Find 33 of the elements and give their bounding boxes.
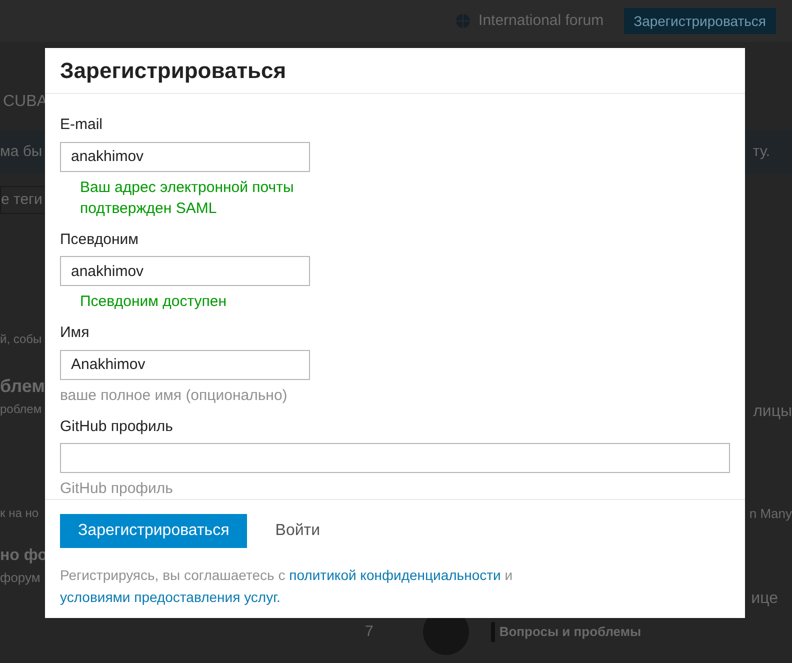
reply-count: 7: [365, 622, 374, 642]
field-label: E-mail: [60, 115, 104, 135]
notice-text: ма бы: [0, 142, 42, 162]
page-text: форум: [0, 570, 40, 584]
input-field[interactable]: anakhimov: [60, 256, 310, 286]
page-text: роблем: [0, 401, 42, 418]
input-field[interactable]: [60, 443, 730, 473]
page-text: CUBA: [3, 93, 48, 110]
heading-text: блем: [0, 376, 45, 396]
category-tag[interactable]: Вопросы и проблемы: [491, 622, 642, 642]
login-button[interactable]: Войти: [257, 514, 338, 548]
page-text: й, собы: [0, 332, 42, 346]
terms-text: Регистрируясь, вы соглашаетесь с политикой конфиденциальности и условиями предоставления услуг.: [60, 566, 514, 607]
page-text: к на но: [0, 505, 39, 522]
modal-title: Зарегистрироваться: [60, 57, 286, 85]
notice-text: ту.: [752, 142, 770, 162]
field-label: GitHub профиль: [60, 416, 174, 436]
field-note: Ваш адрес электронной почты подтвержден SAML: [79, 178, 295, 218]
privacy-link[interactable]: политикой конфиденциальности: [289, 567, 501, 583]
input-field[interactable]: Anakhimov: [60, 350, 310, 380]
page-text: n Many: [749, 505, 792, 523]
field-note: Псевдоним доступен: [79, 292, 228, 312]
forum-link[interactable]: International forum: [478, 10, 604, 32]
terms-link[interactable]: условиями предоставления услуг.: [60, 589, 280, 605]
field-note: GitHub профиль: [60, 479, 174, 499]
page-text: лицы: [753, 402, 792, 422]
field-label: Имя: [60, 323, 90, 343]
page-text: ице: [751, 589, 778, 609]
input-field[interactable]: anakhimov: [60, 142, 310, 172]
field-label: Псевдоним: [60, 230, 140, 250]
signup-button[interactable]: Зарегистрироваться: [624, 8, 776, 34]
register-button[interactable]: Зарегистрироваться: [60, 514, 248, 548]
field-note: ваше полное имя (опционально): [60, 386, 288, 406]
